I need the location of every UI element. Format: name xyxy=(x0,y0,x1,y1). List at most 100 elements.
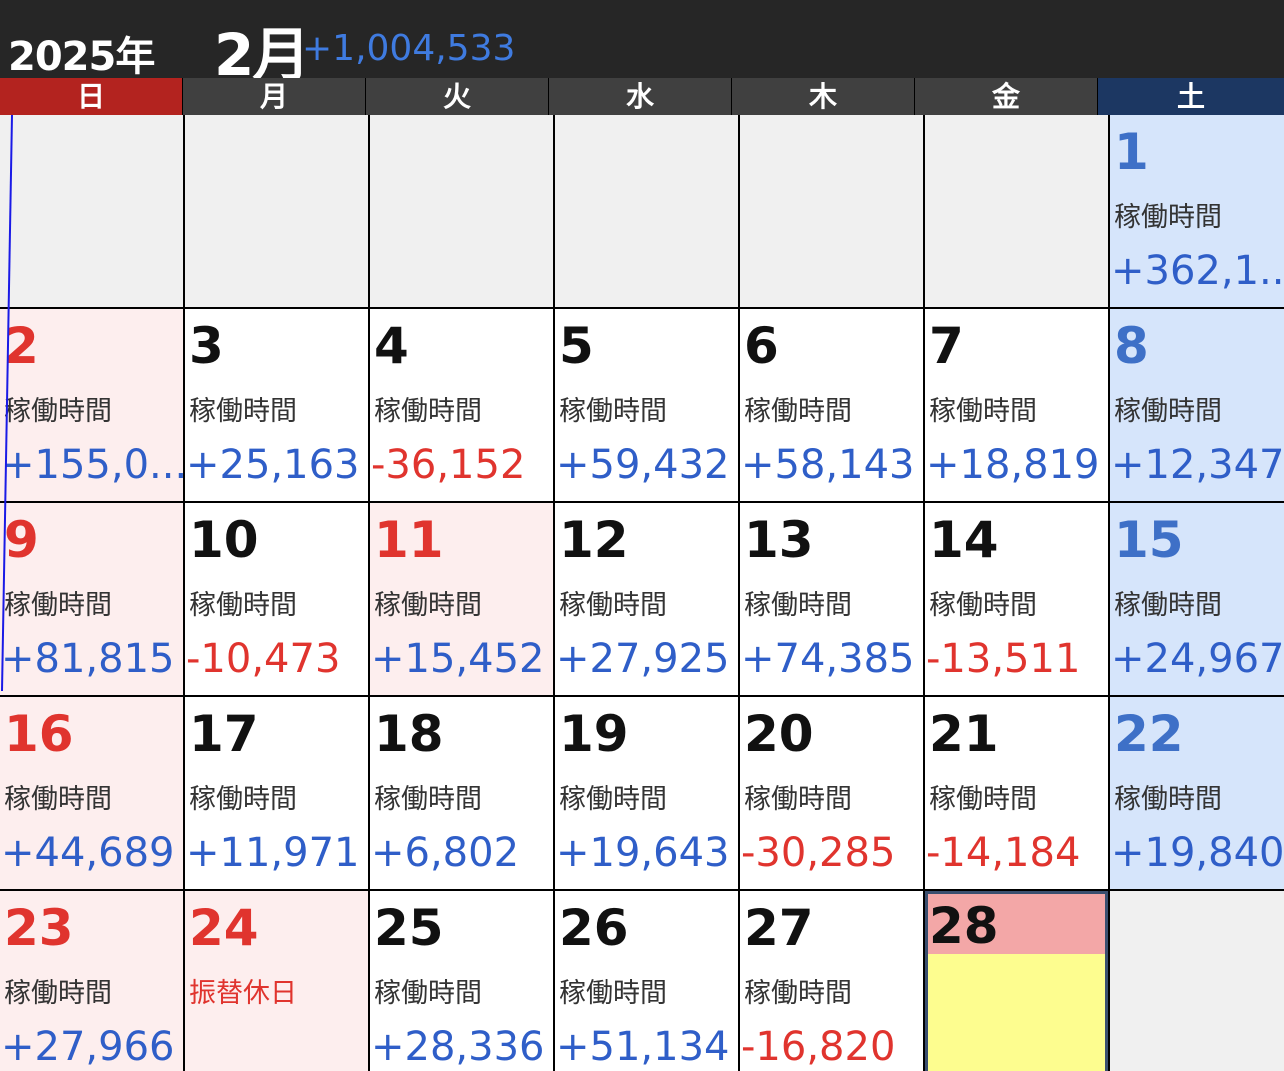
day-number: 16 xyxy=(4,705,74,763)
calendar-cell-day[interactable]: 11 稼働時間 +15,452 xyxy=(370,503,553,695)
calendar-cell-day[interactable]: 16 稼働時間 +44,689 xyxy=(0,697,183,889)
calendar-cell-day[interactable]: 18 稼働時間 +6,802 xyxy=(370,697,553,889)
daily-amount-value: -10,473 xyxy=(186,636,341,682)
day-number: 14 xyxy=(929,511,999,569)
work-hours-label: 稼働時間 xyxy=(929,784,1037,815)
weekday-header-row: 日 月 火 水 木 金 土 xyxy=(0,78,1284,115)
day-number: 10 xyxy=(189,511,259,569)
work-hours-label: 稼働時間 xyxy=(744,590,852,621)
day-number: 24 xyxy=(189,899,259,957)
day-number: 5 xyxy=(559,317,594,375)
daily-amount-value: +81,815 xyxy=(1,636,175,682)
calendar-cell-empty xyxy=(185,115,368,307)
work-hours-label: 稼働時間 xyxy=(559,590,667,621)
daily-amount-value: +12,347 xyxy=(1111,442,1284,488)
daily-amount-value: +18,819 xyxy=(926,442,1100,488)
daily-amount-value: -36,152 xyxy=(371,442,526,488)
work-hours-label: 稼働時間 xyxy=(189,784,297,815)
day-number: 23 xyxy=(4,899,74,957)
day-number: 4 xyxy=(374,317,409,375)
work-hours-label: 稼働時間 xyxy=(929,590,1037,621)
calendar-cell-day[interactable]: 22 稼働時間 +19,840 xyxy=(1110,697,1284,889)
calendar-cell-day[interactable]: 27 稼働時間 -16,820 xyxy=(740,891,923,1071)
calendar-cell-day[interactable]: 8 稼働時間 +12,347 xyxy=(1110,309,1284,501)
calendar-cell-day[interactable]: 15 稼働時間 +24,967 xyxy=(1110,503,1284,695)
year-label[interactable]: 2025年 xyxy=(8,24,155,82)
calendar-cell-today[interactable]: 28 xyxy=(925,891,1108,1071)
daily-amount-value: +11,971 xyxy=(186,830,360,876)
daily-amount-value: +155,0... xyxy=(1,442,183,488)
daily-amount-value: +19,643 xyxy=(556,830,730,876)
calendar-cell-day[interactable]: 6 稼働時間 +58,143 xyxy=(740,309,923,501)
day-number: 19 xyxy=(559,705,629,763)
work-hours-label: 稼働時間 xyxy=(374,978,482,1009)
calendar-cell-day[interactable]: 12 稼働時間 +27,925 xyxy=(555,503,738,695)
calendar-cell-day[interactable]: 10 稼働時間 -10,473 xyxy=(185,503,368,695)
day-number: 20 xyxy=(744,705,814,763)
calendar-cell-day[interactable]: 3 稼働時間 +25,163 xyxy=(185,309,368,501)
weekday-saturday: 土 xyxy=(1098,78,1284,115)
daily-amount-value: +6,802 xyxy=(371,830,520,876)
calendar-cell-day[interactable]: 7 稼働時間 +18,819 xyxy=(925,309,1108,501)
work-hours-label: 稼働時間 xyxy=(559,396,667,427)
day-number: 17 xyxy=(189,705,259,763)
calendar-cell-day[interactable]: 24 振替休日 xyxy=(185,891,368,1071)
calendar-cell-day[interactable]: 19 稼働時間 +19,643 xyxy=(555,697,738,889)
calendar-cell-day[interactable]: 13 稼働時間 +74,385 xyxy=(740,503,923,695)
day-number: 7 xyxy=(929,317,964,375)
weekday-wednesday: 水 xyxy=(549,78,732,115)
day-number: 6 xyxy=(744,317,779,375)
daily-amount-value: +24,967 xyxy=(1111,636,1284,682)
work-hours-label: 稼働時間 xyxy=(374,784,482,815)
calendar-cell-day[interactable]: 4 稼働時間 -36,152 xyxy=(370,309,553,501)
calendar-cell-day[interactable]: 26 稼働時間 +51,134 xyxy=(555,891,738,1071)
day-number: 21 xyxy=(929,705,999,763)
calendar-cell-day[interactable]: 23 稼働時間 +27,966 xyxy=(0,891,183,1071)
work-hours-label: 稼働時間 xyxy=(1114,396,1222,427)
work-hours-label: 稼働時間 xyxy=(744,978,852,1009)
calendar-cell-empty xyxy=(0,115,183,307)
daily-amount-value: +44,689 xyxy=(1,830,175,876)
weekday-sunday: 日 xyxy=(0,78,183,115)
daily-amount-value: +28,336 xyxy=(371,1024,545,1070)
calendar-cell-day[interactable]: 20 稼働時間 -30,285 xyxy=(740,697,923,889)
daily-amount-value: +362,1... xyxy=(1111,248,1284,294)
work-hours-label: 稼働時間 xyxy=(744,784,852,815)
calendar-cell-day[interactable]: 1 稼働時間 +362,1... xyxy=(1110,115,1284,307)
daily-amount-value: +51,134 xyxy=(556,1024,730,1070)
calendar-cell-day[interactable]: 21 稼働時間 -14,184 xyxy=(925,697,1108,889)
weekday-friday: 金 xyxy=(915,78,1098,115)
day-number: 3 xyxy=(189,317,224,375)
daily-amount-value: -30,285 xyxy=(741,830,896,876)
calendar-cell-day[interactable]: 25 稼働時間 +28,336 xyxy=(370,891,553,1071)
work-hours-label: 稼働時間 xyxy=(744,396,852,427)
day-number: 28 xyxy=(929,897,999,955)
work-hours-label: 稼働時間 xyxy=(374,396,482,427)
work-hours-label: 稼働時間 xyxy=(4,590,112,621)
weekday-thursday: 木 xyxy=(732,78,915,115)
calendar-cell-empty xyxy=(1110,891,1284,1071)
calendar-cell-day[interactable]: 2 稼働時間 +155,0... xyxy=(0,309,183,501)
day-number: 9 xyxy=(4,511,39,569)
work-hours-label: 稼働時間 xyxy=(4,396,112,427)
day-number: 8 xyxy=(1114,317,1149,375)
daily-amount-value: +58,143 xyxy=(741,442,915,488)
day-number: 22 xyxy=(1114,705,1184,763)
daily-amount-value: +25,163 xyxy=(186,442,360,488)
calendar-cell-empty xyxy=(555,115,738,307)
calendar-cell-day[interactable]: 9 稼働時間 +81,815 xyxy=(0,503,183,695)
daily-amount-value: +19,840 xyxy=(1111,830,1284,876)
work-hours-label: 稼働時間 xyxy=(559,784,667,815)
daily-amount-value: -14,184 xyxy=(926,830,1081,876)
calendar-cell-day[interactable]: 14 稼働時間 -13,511 xyxy=(925,503,1108,695)
day-number: 25 xyxy=(374,899,444,957)
work-hours-label: 稼働時間 xyxy=(1114,784,1222,815)
daily-amount-value: +27,966 xyxy=(1,1024,175,1070)
work-hours-label: 稼働時間 xyxy=(1114,590,1222,621)
calendar-cell-empty xyxy=(370,115,553,307)
calendar-cell-day[interactable]: 17 稼働時間 +11,971 xyxy=(185,697,368,889)
daily-amount-value: -13,511 xyxy=(926,636,1081,682)
calendar-cell-day[interactable]: 5 稼働時間 +59,432 xyxy=(555,309,738,501)
calendar-header: 2025年 2月 +1,004,533 xyxy=(0,0,1284,89)
month-total-value: +1,004,533 xyxy=(302,28,516,69)
